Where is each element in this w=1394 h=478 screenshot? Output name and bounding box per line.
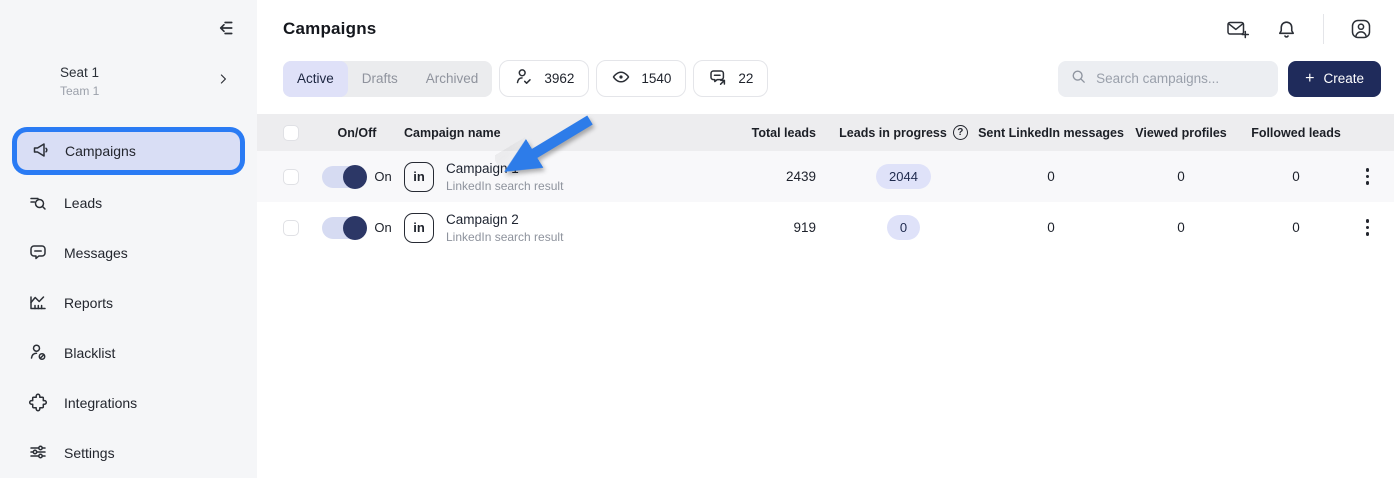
stat-value: 3962 <box>544 71 574 86</box>
chat-bubble-icon <box>28 242 48 265</box>
message-sent-icon <box>708 67 728 90</box>
column-leads-in-progress: Leads in progress <box>839 126 947 140</box>
column-on-off: On/Off <box>317 126 397 140</box>
column-viewed-profiles: Viewed profiles <box>1111 126 1251 140</box>
row-checkbox[interactable] <box>283 220 299 236</box>
sidebar-item-integrations[interactable]: Integrations <box>0 378 257 428</box>
stat-value: 22 <box>738 71 753 86</box>
viewed-profiles-value: 0 <box>1111 220 1251 235</box>
campaigns-table: On/Off Campaign name Total leads Leads i… <box>257 114 1394 253</box>
chart-icon <box>28 292 48 315</box>
column-total-leads: Total leads <box>701 126 816 140</box>
campaign-name-cell[interactable]: Campaign 2 LinkedIn search result <box>446 212 563 244</box>
sidebar-item-label: Leads <box>64 195 102 211</box>
tab-active[interactable]: Active <box>283 61 348 97</box>
profile-avatar-icon[interactable] <box>1350 18 1372 40</box>
campaign-type: LinkedIn search result <box>446 230 563 244</box>
table-row: On in Campaign 1 LinkedIn search result … <box>257 151 1394 202</box>
create-button[interactable]: + Create <box>1288 61 1381 97</box>
sidebar-item-label: Messages <box>64 245 128 261</box>
collapse-sidebar-icon[interactable] <box>213 17 235 39</box>
app-window: Seat 1 Team 1 Campaigns Leads <box>0 0 1394 478</box>
campaign-toggle[interactable]: On <box>322 217 391 239</box>
row-checkbox[interactable] <box>283 169 299 185</box>
column-campaign-name: Campaign name <box>397 126 701 140</box>
campaign-name[interactable]: Campaign 1 <box>446 161 563 176</box>
seat-title: Seat 1 <box>60 65 99 80</box>
sidebar-nav: Campaigns Leads Messages Reports <box>0 126 257 478</box>
campaign-name[interactable]: Campaign 2 <box>446 212 563 227</box>
megaphone-icon <box>31 140 51 163</box>
tab-drafts[interactable]: Drafts <box>348 61 412 97</box>
campaign-type: LinkedIn search result <box>446 179 563 193</box>
sidebar-item-label: Campaigns <box>65 143 136 159</box>
sent-messages-value: 0 <box>991 169 1111 184</box>
sent-messages-value: 0 <box>991 220 1111 235</box>
leads-in-progress-badge: 2044 <box>876 164 931 189</box>
column-sent-messages: Sent LinkedIn messages <box>991 126 1111 140</box>
status-tabs: Active Drafts Archived <box>283 61 492 97</box>
select-all-checkbox[interactable] <box>283 125 299 141</box>
puzzle-icon <box>28 392 48 415</box>
chevron-right-icon <box>215 71 231 92</box>
eye-icon <box>611 67 631 90</box>
toggle-label: On <box>374 169 391 184</box>
bell-icon[interactable] <box>1276 19 1297 40</box>
campaign-name-cell[interactable]: Campaign 1 LinkedIn search result <box>446 161 563 193</box>
search-box <box>1058 61 1278 97</box>
stat-chip-viewed[interactable]: 1540 <box>596 60 686 97</box>
toolbar: Active Drafts Archived 3962 1540 <box>257 58 1394 114</box>
sliders-icon <box>28 442 48 465</box>
seat-subtitle: Team 1 <box>60 84 99 98</box>
user-check-icon <box>514 67 534 90</box>
viewed-profiles-value: 0 <box>1111 169 1251 184</box>
sidebar-item-label: Reports <box>64 295 113 311</box>
sidebar-item-label: Blacklist <box>64 345 115 361</box>
sidebar-item-label: Integrations <box>64 395 137 411</box>
leads-search-icon <box>28 192 48 215</box>
stat-chip-sent[interactable]: 22 <box>693 60 768 97</box>
column-followed-leads: Followed leads <box>1251 126 1341 140</box>
total-leads-value: 2439 <box>701 169 816 184</box>
total-leads-value: 919 <box>701 220 816 235</box>
main-content: Campaigns Active Drafts Archived <box>257 0 1394 478</box>
stat-value: 1540 <box>641 71 671 86</box>
table-row: On in Campaign 2 LinkedIn search result … <box>257 202 1394 253</box>
sidebar-item-label: Settings <box>64 445 115 461</box>
sidebar-item-settings[interactable]: Settings <box>0 428 257 478</box>
sidebar-item-campaigns[interactable]: Campaigns <box>17 132 240 170</box>
table-header-row: On/Off Campaign name Total leads Leads i… <box>257 114 1394 151</box>
page-title: Campaigns <box>283 19 376 39</box>
help-icon[interactable]: ? <box>953 125 968 140</box>
toggle-label: On <box>374 220 391 235</box>
campaign-toggle[interactable]: On <box>322 166 391 188</box>
topbar-divider <box>1323 14 1324 44</box>
linkedin-icon: in <box>404 162 434 192</box>
user-blocked-icon <box>28 342 48 365</box>
sidebar-item-messages[interactable]: Messages <box>0 228 257 278</box>
search-icon <box>1070 68 1087 90</box>
leads-in-progress-badge: 0 <box>887 215 920 240</box>
row-menu-icon[interactable] <box>1362 215 1374 240</box>
seat-selector[interactable]: Seat 1 Team 1 <box>0 39 257 98</box>
row-menu-icon[interactable] <box>1362 164 1374 189</box>
search-input[interactable] <box>1096 71 1266 86</box>
sidebar-item-leads[interactable]: Leads <box>0 178 257 228</box>
linkedin-icon: in <box>404 213 434 243</box>
tab-archived[interactable]: Archived <box>412 61 493 97</box>
followed-leads-value: 0 <box>1251 220 1341 235</box>
plus-icon: + <box>1305 71 1314 87</box>
mail-plus-icon[interactable] <box>1226 18 1250 40</box>
topbar: Campaigns <box>257 0 1394 58</box>
sidebar-item-blacklist[interactable]: Blacklist <box>0 328 257 378</box>
sidebar: Seat 1 Team 1 Campaigns Leads <box>0 0 257 478</box>
followed-leads-value: 0 <box>1251 169 1341 184</box>
sidebar-item-reports[interactable]: Reports <box>0 278 257 328</box>
create-button-label: Create <box>1323 71 1364 86</box>
stat-chip-connected[interactable]: 3962 <box>499 60 589 97</box>
